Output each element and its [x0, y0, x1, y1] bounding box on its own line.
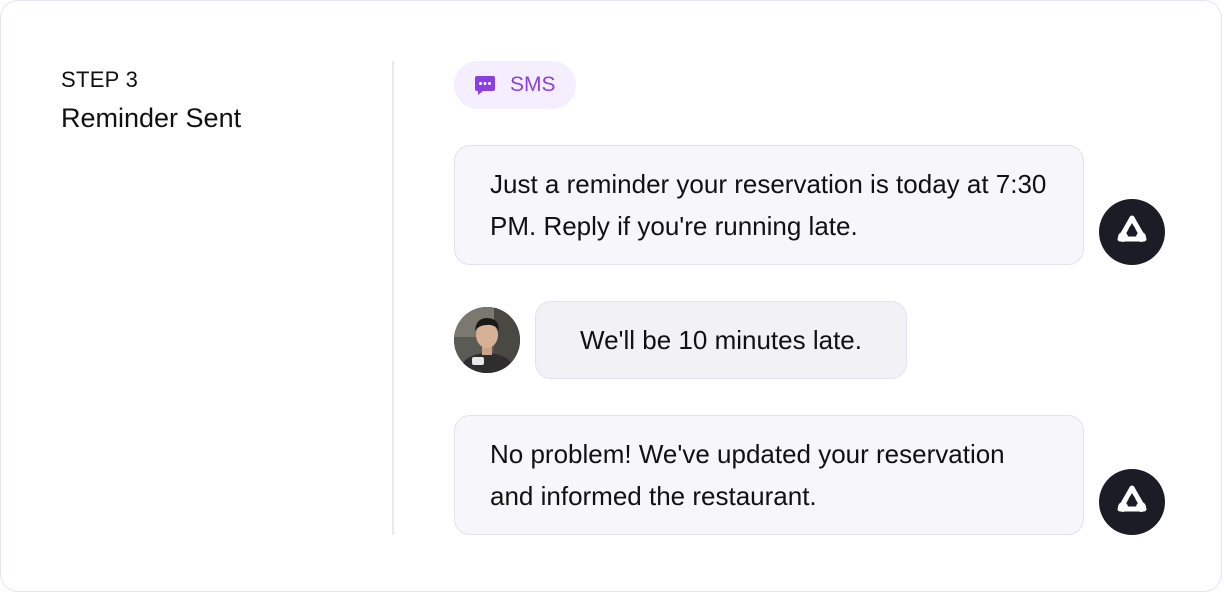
channel-label: SMS	[510, 73, 556, 96]
chat-bubble-icon	[473, 73, 497, 97]
agent-avatar	[1099, 199, 1165, 265]
brand-logo-icon	[1115, 215, 1149, 250]
step-title: Reminder Sent	[61, 103, 242, 133]
conversation-card: STEP 3 Reminder Sent SMS Just a reminder…	[0, 0, 1222, 592]
user-photo	[454, 307, 520, 373]
divider	[392, 61, 394, 535]
user-message-text: We'll be 10 minutes late.	[580, 325, 862, 355]
user-message-bubble: We'll be 10 minutes late.	[535, 301, 907, 379]
agent-message-bubble: No problem! We've updated your reservati…	[454, 415, 1084, 535]
step-number: STEP 3	[61, 67, 139, 92]
brand-logo-icon	[1115, 485, 1149, 520]
agent-avatar	[1099, 469, 1165, 535]
agent-message-bubble: Just a reminder your reservation is toda…	[454, 145, 1084, 265]
user-avatar	[454, 307, 520, 373]
channel-badge: SMS	[454, 61, 576, 109]
